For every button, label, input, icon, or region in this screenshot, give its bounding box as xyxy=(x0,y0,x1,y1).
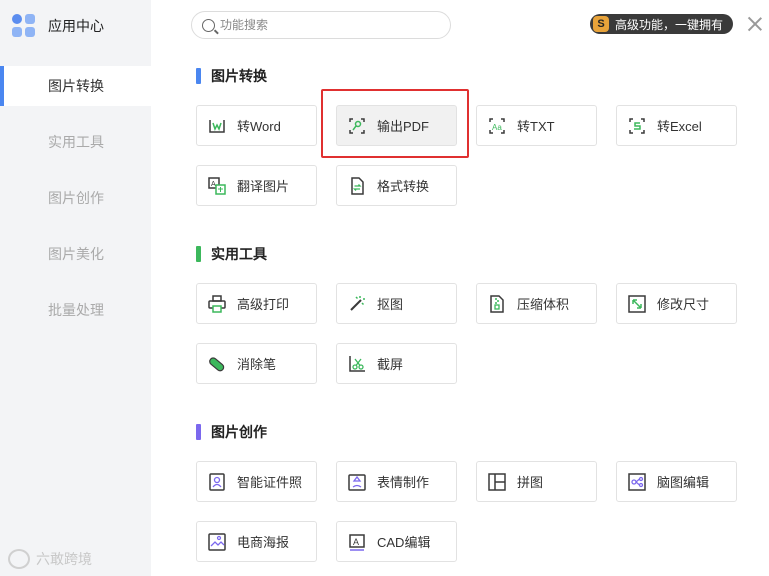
format-convert-icon xyxy=(351,176,364,195)
tool-resize-button[interactable]: 修改尺寸 xyxy=(616,283,737,324)
tool-label: 转Excel xyxy=(657,119,702,134)
tool-export-pdf-button[interactable]: 输出PDF xyxy=(336,105,457,146)
premium-button[interactable]: S 高级功能，一键拥有 xyxy=(590,14,734,34)
tool-id-photo-button[interactable]: 智能证件照 xyxy=(196,461,317,502)
premium-icon: S xyxy=(593,16,609,32)
section-title-utilities: 实用工具 xyxy=(196,246,267,262)
tool-eraser-button[interactable]: 消除笔 xyxy=(196,343,317,384)
section-title-image-creation: 图片创作 xyxy=(196,424,267,440)
tool-label: 抠图 xyxy=(377,297,404,312)
poster-icon xyxy=(208,532,226,551)
watermark: 六敢跨境 xyxy=(8,549,92,569)
tool-advanced-print-button[interactable]: 高级打印 xyxy=(196,283,317,324)
tool-label: 翻译图片 xyxy=(237,179,290,194)
tool-label: 截屏 xyxy=(377,357,404,372)
tool-translate-image-button[interactable]: A 翻译图片 xyxy=(196,165,317,206)
tool-to-word-button[interactable]: 转Word xyxy=(196,105,317,146)
tool-label: 输出PDF xyxy=(377,119,430,134)
app-title-text: 应用中心 xyxy=(48,18,104,34)
tool-label: 消除笔 xyxy=(237,357,277,372)
tool-label: 脑图编辑 xyxy=(657,475,710,490)
tool-label: 转Word xyxy=(237,119,281,134)
scissors-icon xyxy=(349,355,365,372)
sidebar: 应用中心 图片转换 实用工具 图片创作 图片美化 批量处理 六敢跨境 xyxy=(0,0,151,576)
emoji-icon xyxy=(348,473,366,491)
close-icon[interactable] xyxy=(747,16,763,32)
txt-icon: Aa xyxy=(489,117,505,134)
tool-cutout-button[interactable]: 抠图 xyxy=(336,283,457,324)
section-bar xyxy=(196,424,201,440)
tool-collage-button[interactable]: 拼图 xyxy=(476,461,597,502)
premium-label: 高级功能，一键拥有 xyxy=(615,17,724,32)
tool-compress-button[interactable]: 压缩体积 xyxy=(476,283,597,324)
sidebar-item-image-convert[interactable]: 图片转换 xyxy=(0,66,151,106)
tool-emoji-maker-button[interactable]: 表情制作 xyxy=(336,461,457,502)
resize-icon xyxy=(628,294,646,313)
tool-label: 格式转换 xyxy=(377,179,430,194)
cad-icon: A xyxy=(349,533,365,551)
tool-mindmap-button[interactable]: 脑图编辑 xyxy=(616,461,737,502)
tool-label: 智能证件照 xyxy=(237,475,303,490)
app-logo-icon xyxy=(12,14,36,38)
tool-cad-edit-button[interactable]: A CAD编辑 xyxy=(336,521,457,562)
translate-icon: A xyxy=(208,176,226,195)
tool-label: 压缩体积 xyxy=(517,297,570,312)
tool-label: 修改尺寸 xyxy=(657,297,710,312)
tool-screenshot-button[interactable]: 截屏 xyxy=(336,343,457,384)
magic-wand-icon xyxy=(350,295,365,311)
search-input[interactable] xyxy=(220,18,420,32)
section-bar xyxy=(196,68,201,84)
app-title: 应用中心 xyxy=(12,14,104,38)
search-icon xyxy=(202,18,215,32)
sidebar-item-batch-process[interactable]: 批量处理 xyxy=(0,290,151,330)
excel-icon xyxy=(629,117,645,134)
tool-label: 电商海报 xyxy=(237,535,290,550)
watermark-logo-icon xyxy=(8,549,30,569)
sidebar-item-image-beautify[interactable]: 图片美化 xyxy=(0,234,151,274)
tool-to-txt-button[interactable]: Aa 转TXT xyxy=(476,105,597,146)
compress-icon xyxy=(490,294,504,313)
tool-label: CAD编辑 xyxy=(377,535,431,550)
tool-ecommerce-poster-button[interactable]: 电商海报 xyxy=(196,521,317,562)
section-title-image-convert: 图片转换 xyxy=(196,68,267,84)
tool-label: 拼图 xyxy=(517,475,544,490)
tool-label: 转TXT xyxy=(517,119,555,134)
eraser-icon xyxy=(209,356,225,371)
tool-label: 高级打印 xyxy=(237,297,290,312)
section-bar xyxy=(196,246,201,262)
sidebar-item-utilities[interactable]: 实用工具 xyxy=(0,122,151,162)
watermark-text: 六敢跨境 xyxy=(36,551,92,567)
sidebar-item-image-creation[interactable]: 图片创作 xyxy=(0,178,151,218)
tool-to-excel-button[interactable]: 转Excel xyxy=(616,105,737,146)
tool-label: 表情制作 xyxy=(377,475,430,490)
id-photo-icon xyxy=(209,472,225,491)
tool-format-convert-button[interactable]: 格式转换 xyxy=(336,165,457,206)
mindmap-icon xyxy=(628,472,646,491)
printer-icon xyxy=(208,294,226,313)
search-box[interactable] xyxy=(191,11,451,39)
collage-icon xyxy=(488,472,506,491)
svg-text:A: A xyxy=(353,537,359,547)
sidebar-nav: 图片转换 实用工具 图片创作 图片美化 批量处理 xyxy=(0,66,151,346)
word-icon xyxy=(209,119,225,133)
pdf-icon xyxy=(349,117,365,134)
svg-text:Aa: Aa xyxy=(492,123,502,132)
